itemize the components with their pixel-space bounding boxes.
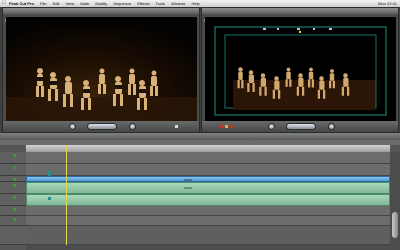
menu-status-area: Mon 22:41	[374, 0, 397, 7]
canvas-shuttle-control[interactable]	[268, 123, 275, 130]
menu-window[interactable]: Window	[171, 1, 185, 6]
audio-clip-a1[interactable]: 00003	[26, 182, 390, 194]
audio-clip-a2[interactable]	[26, 194, 390, 206]
viewer-shuttle-control[interactable]	[69, 123, 76, 130]
track-header-v3[interactable]	[0, 152, 26, 164]
canvas-playback-buttons[interactable]	[286, 123, 316, 130]
track-header-a4[interactable]	[0, 216, 26, 226]
canvas-titlebar[interactable]	[202, 8, 398, 22]
track-header-v2[interactable]	[0, 164, 26, 176]
track-a4[interactable]	[26, 216, 390, 226]
timeline-ruler[interactable]	[26, 145, 390, 152]
viewer-jog-control[interactable]	[129, 123, 136, 130]
menu-effects[interactable]: Effects	[137, 1, 149, 6]
menu-view[interactable]: View	[66, 1, 75, 6]
track-a3[interactable]	[26, 206, 390, 216]
track-toggle-icon[interactable]	[13, 154, 16, 157]
menu-modify[interactable]: Modify	[95, 1, 107, 6]
canvas-transport-controls	[202, 121, 398, 132]
menu-clock[interactable]: Mon 22:41	[378, 1, 397, 6]
track-toggle-icon[interactable]	[13, 196, 16, 199]
viewer-titlebar[interactable]	[3, 8, 199, 22]
menu-file[interactable]: File	[40, 1, 46, 6]
viewer-mark-button[interactable]	[175, 125, 178, 128]
app-menus: Final Cut Pro File Edit View Mark Modify…	[9, 0, 205, 7]
viewer-transport-controls	[3, 121, 199, 132]
timeline-horizontal-scrollbar[interactable]	[26, 245, 390, 250]
menu-tools[interactable]: Tools	[156, 1, 165, 6]
timeline-window: 00003 00003	[0, 133, 400, 250]
track-toggle-icon[interactable]	[13, 218, 16, 221]
timeline-vertical-scrollbar[interactable]	[390, 152, 400, 250]
track-toggle-icon[interactable]	[13, 208, 16, 211]
track-v3[interactable]	[26, 152, 390, 164]
viewer-video-frame[interactable]	[6, 17, 197, 122]
menu-bar:  Final Cut Pro File Edit View Mark Modi…	[0, 0, 400, 7]
menu-sequence[interactable]: Sequence	[113, 1, 131, 6]
menu-help[interactable]: Help	[191, 1, 199, 6]
timeline-titlebar[interactable]	[0, 133, 400, 140]
clip-label: 00003	[184, 186, 193, 190]
viewer-playback-buttons[interactable]	[87, 123, 117, 130]
track-header-a1[interactable]	[0, 182, 26, 194]
menu-final-cut-pro[interactable]: Final Cut Pro	[9, 1, 34, 6]
canvas-replace-button[interactable]	[230, 125, 233, 128]
canvas-dancers-image	[205, 17, 396, 122]
track-empty-area[interactable]	[26, 226, 390, 245]
track-toggle-icon[interactable]	[13, 184, 16, 187]
scrollbar-thumb[interactable]	[392, 212, 398, 238]
menu-edit[interactable]: Edit	[53, 1, 60, 6]
track-toggle-icon[interactable]	[13, 166, 16, 169]
canvas-insert-button[interactable]	[220, 125, 223, 128]
track-header-empty	[0, 226, 26, 245]
canvas-overwrite-button[interactable]	[225, 125, 228, 128]
playhead[interactable]	[66, 145, 67, 245]
canvas-video-frame[interactable]	[205, 17, 396, 122]
track-v2[interactable]	[26, 164, 390, 176]
clip-marker-icon[interactable]	[48, 171, 51, 176]
menu-mark[interactable]: Mark	[80, 1, 89, 6]
dancers-image	[6, 17, 197, 122]
viewer-window	[2, 7, 200, 133]
apple-menu-icon[interactable]: 	[2, 0, 6, 7]
audio-marker-icon[interactable]	[48, 197, 51, 200]
track-header-a3[interactable]	[0, 206, 26, 216]
track-header-a2[interactable]	[0, 194, 26, 206]
canvas-jog-control[interactable]	[328, 123, 335, 130]
track-toggle-icon[interactable]	[13, 178, 16, 181]
canvas-window	[201, 7, 399, 133]
